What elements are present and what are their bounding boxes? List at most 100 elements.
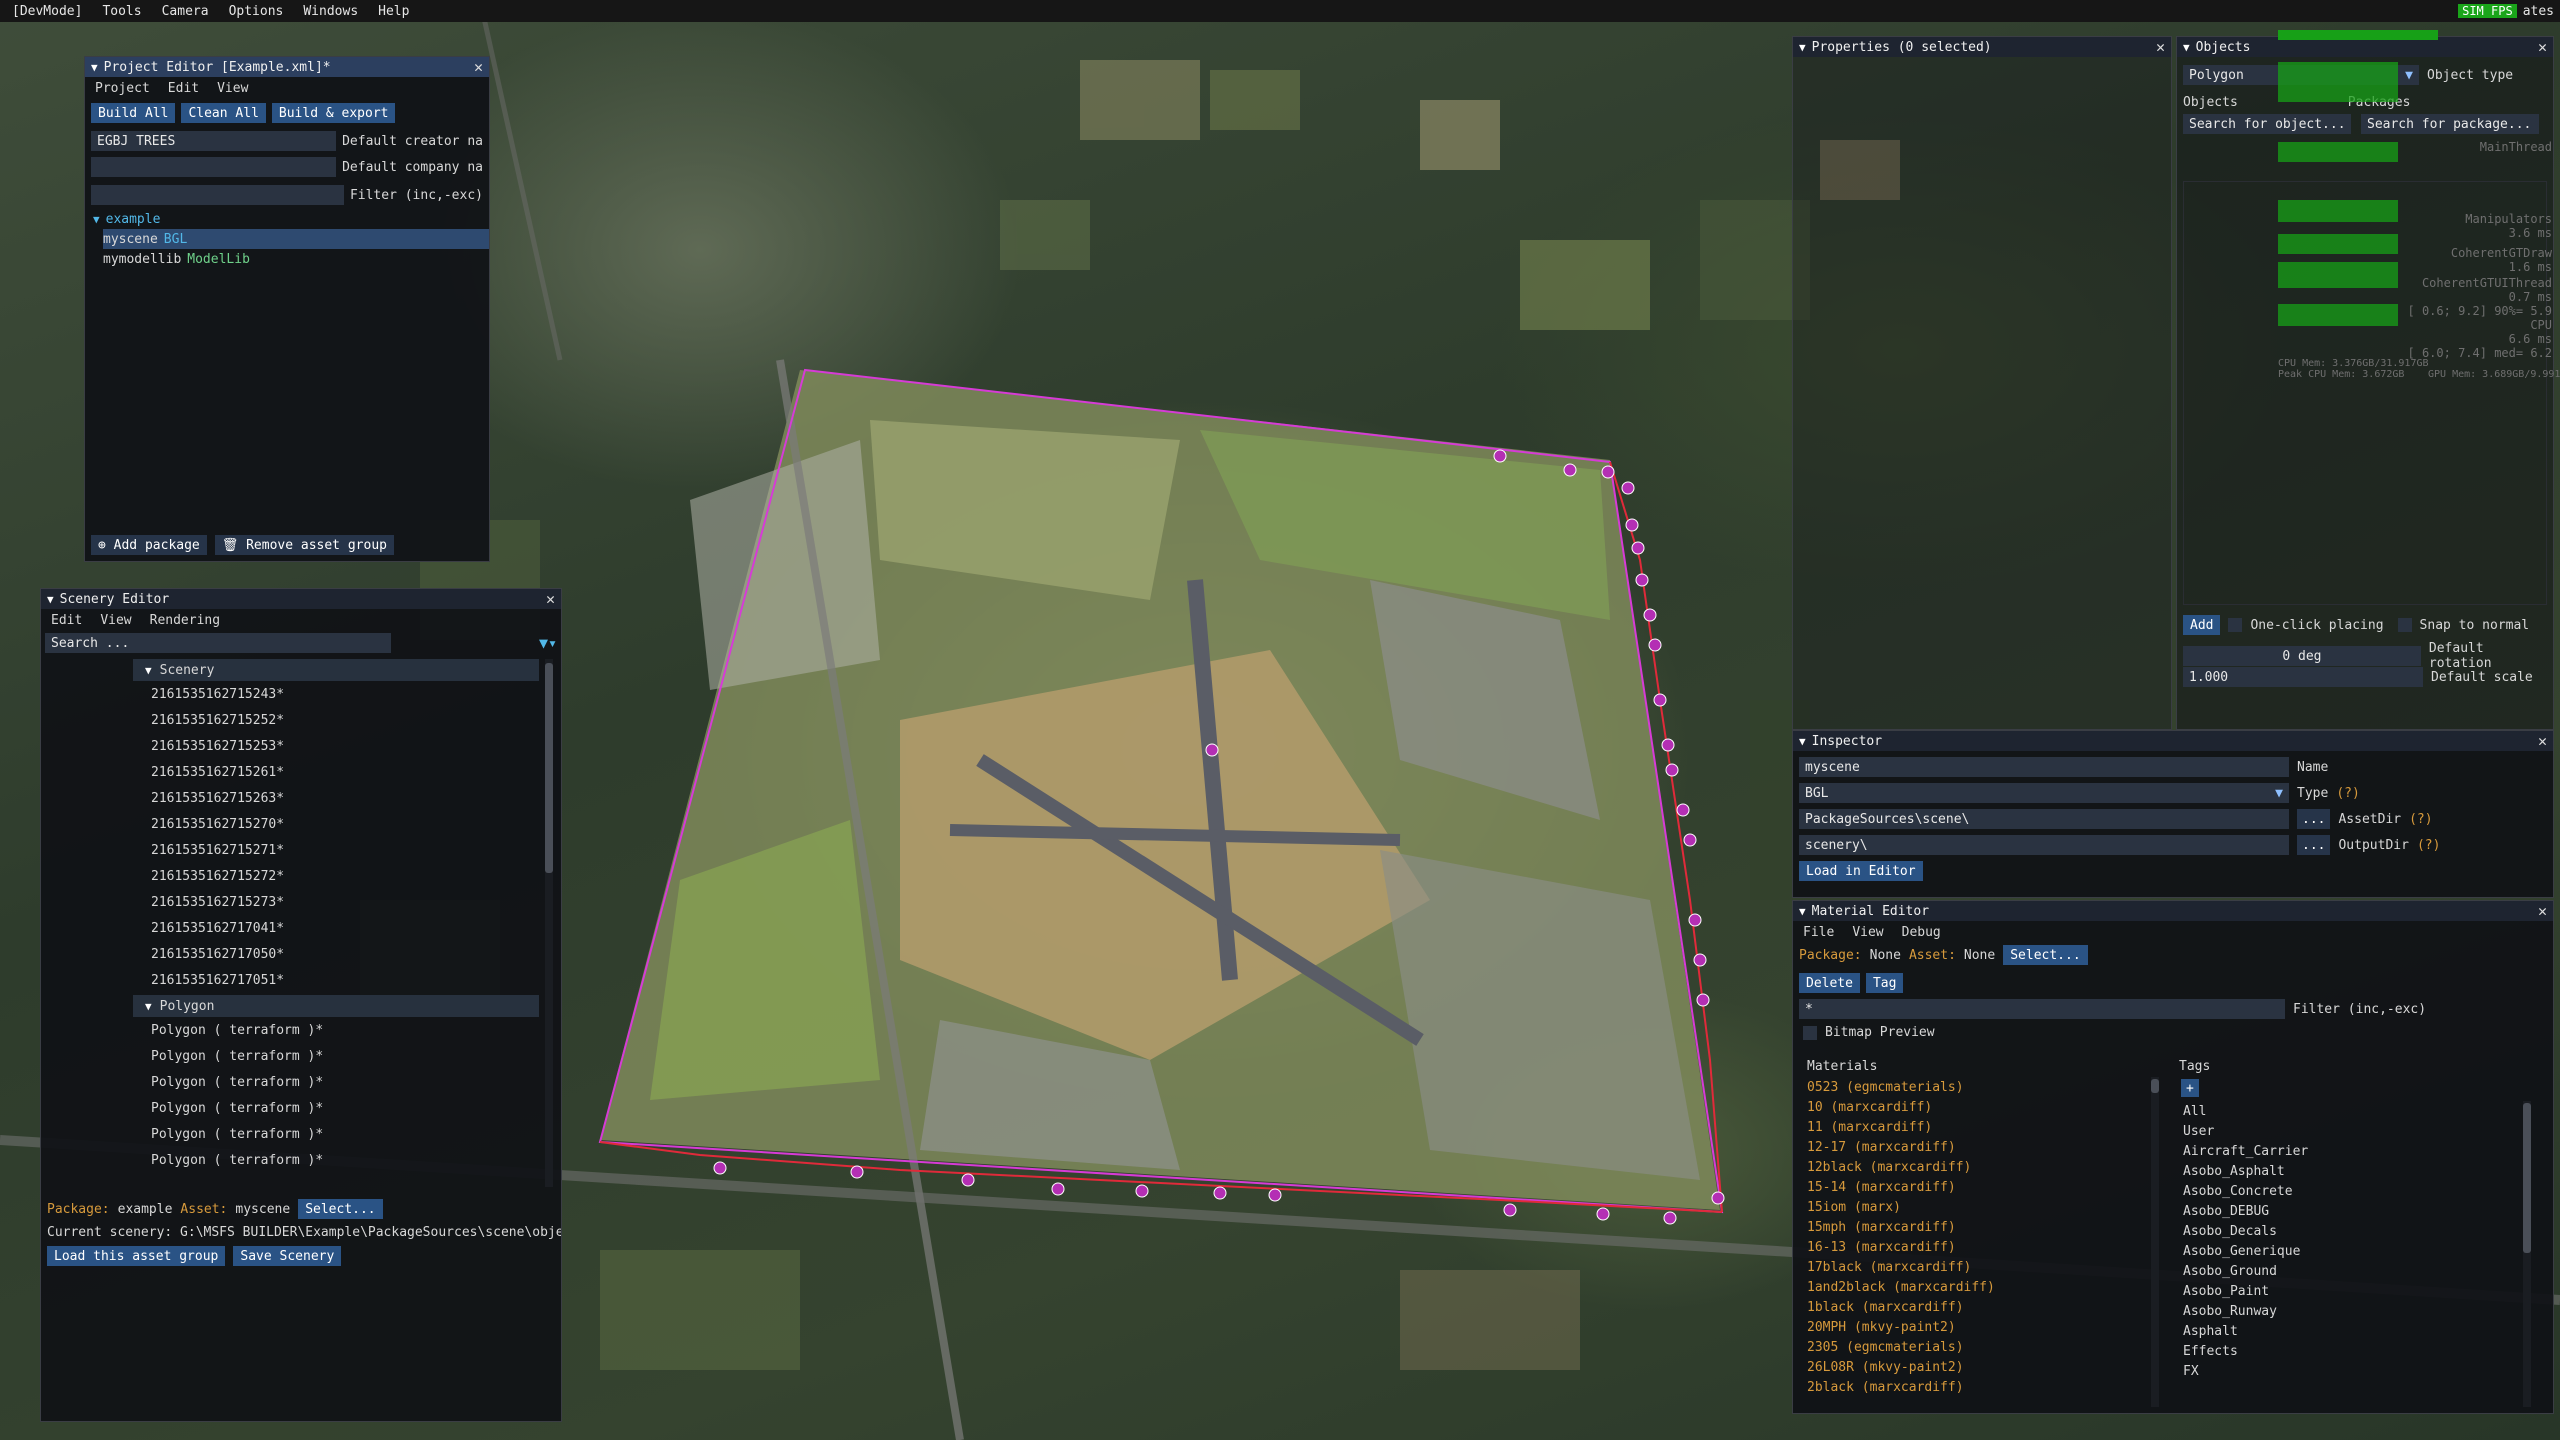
load-in-editor-button[interactable]: Load in Editor [1799,861,1923,881]
build-all-button[interactable]: Build All [91,103,176,123]
tag-item[interactable]: Effects [2179,1341,2515,1361]
filter-input[interactable] [91,185,344,205]
menu-edit[interactable]: Edit [168,81,199,96]
expand-icon[interactable]: ▼ [93,213,100,226]
material-item[interactable]: 15-14 (marxcardiff) [1807,1177,2165,1197]
menu-debug[interactable]: Debug [1902,925,1941,940]
scenery-editor-titlebar[interactable]: ▼ Scenery Editor ✕ [41,589,561,609]
company-input[interactable] [91,157,337,177]
help-icon[interactable]: (?) [2417,838,2440,853]
material-item[interactable]: 17black (marxcardiff) [1807,1257,2165,1277]
list-item[interactable]: 2161535162715252* [41,707,561,733]
list-item[interactable]: Polygon ( terraform )* [41,1017,561,1043]
tag-button[interactable]: Tag [1865,973,1904,993]
material-item[interactable]: 15iom (marx) [1807,1197,2165,1217]
material-item[interactable]: 12black (marxcardiff) [1807,1157,2165,1177]
outputdir-input[interactable]: scenery\ [1799,835,2289,855]
close-icon[interactable]: ✕ [2538,732,2547,750]
tag-item[interactable]: Asobo_DEBUG [2179,1201,2515,1221]
build-export-button[interactable]: Build & export [271,103,396,123]
collapse-icon[interactable]: ▼ [47,593,54,606]
polygon-section-header[interactable]: ▼ Polygon [133,995,539,1017]
add-package-button[interactable]: ⊕ Add package [91,535,207,555]
material-item[interactable]: 15mph (marxcardiff) [1807,1217,2165,1237]
material-editor-titlebar[interactable]: ▼ Material Editor ✕ [1793,901,2553,921]
menu-camera[interactable]: Camera [162,4,209,19]
expand-icon[interactable]: ▼ [145,1000,152,1013]
list-item[interactable]: 2161535162717051* [41,967,561,993]
collapse-icon[interactable]: ▼ [1799,735,1806,748]
menu-rendering[interactable]: Rendering [150,613,220,628]
help-icon[interactable]: (?) [2409,812,2432,827]
tag-item[interactable]: Asphalt [2179,1321,2515,1341]
list-item[interactable]: 2161535162717041* [41,915,561,941]
list-item[interactable]: Polygon ( terraform )* [41,1147,561,1173]
menu-file[interactable]: File [1803,925,1834,940]
scale-input[interactable]: 1.000 [2183,667,2423,687]
material-item[interactable]: 1and2black (marxcardiff) [1807,1277,2165,1297]
one-click-checkbox[interactable] [2228,618,2243,632]
tree-item-mymodellib[interactable]: mymodellib ModelLib [103,249,489,269]
tag-item[interactable]: Asobo_Decals [2179,1221,2515,1241]
menu-view[interactable]: View [1852,925,1883,940]
filter-icon[interactable]: ▼▾ [539,634,557,652]
tree-item-myscene[interactable]: myscene BGL [103,229,489,249]
material-item[interactable]: 10 (marxcardiff) [1807,1097,2165,1117]
outputdir-browse-button[interactable]: ... [2297,835,2331,855]
tag-item[interactable]: User [2179,1121,2515,1141]
tag-item[interactable]: Asobo_Paint [2179,1281,2515,1301]
load-asset-group-button[interactable]: Load this asset group [47,1246,226,1266]
menu-options[interactable]: Options [229,4,284,19]
close-icon[interactable]: ✕ [546,590,555,608]
add-tag-button[interactable]: + [2181,1079,2199,1097]
assetdir-browse-button[interactable]: ... [2297,809,2331,829]
collapse-icon[interactable]: ▼ [1799,905,1806,918]
list-item[interactable]: 2161535162717050* [41,941,561,967]
menu-devmode[interactable]: [DevMode] [12,4,82,19]
tag-item[interactable]: FX [2179,1361,2515,1381]
material-item[interactable]: 26L08R (mkvy-paint2) [1807,1357,2165,1377]
inspector-titlebar[interactable]: ▼ Inspector ✕ [1793,731,2553,751]
bitmap-preview-checkbox[interactable] [1803,1025,1817,1040]
close-icon[interactable]: ✕ [474,58,483,76]
material-item[interactable]: 11 (marxcardiff) [1807,1117,2165,1137]
list-item[interactable]: 2161535162715261* [41,759,561,785]
clean-all-button[interactable]: Clean All [181,103,266,123]
tag-item[interactable]: Asobo_Runway [2179,1301,2515,1321]
help-icon[interactable]: (?) [2336,786,2359,801]
material-item[interactable]: 0523 (egmcmaterials) [1807,1077,2165,1097]
materials-scrollbar[interactable] [2151,1077,2159,1407]
assetdir-input[interactable]: PackageSources\scene\ [1799,809,2289,829]
save-scenery-button[interactable]: Save Scenery [233,1246,342,1266]
material-item[interactable]: 12-17 (marxcardiff) [1807,1137,2165,1157]
rotation-slider[interactable]: 0 deg [2183,646,2421,666]
material-item[interactable]: 2black (marxcardiff) [1807,1377,2165,1397]
properties-titlebar[interactable]: ▼ Properties (0 selected) ✕ [1793,37,2171,57]
list-item[interactable]: Polygon ( terraform )* [41,1043,561,1069]
snap-checkbox[interactable] [2397,618,2412,632]
close-icon[interactable]: ✕ [2538,902,2547,920]
scenery-section-header[interactable]: ▼ Scenery [133,659,539,681]
collapse-icon[interactable]: ▼ [2183,41,2190,54]
list-item[interactable]: 2161535162715273* [41,889,561,915]
tag-item[interactable]: Aircraft_Carrier [2179,1141,2515,1161]
menu-view[interactable]: View [217,81,248,96]
menu-view[interactable]: View [100,613,131,628]
collapse-icon[interactable]: ▼ [1799,41,1806,54]
tags-scrollbar-thumb[interactable] [2523,1103,2531,1253]
list-item[interactable]: Polygon ( terraform )* [41,1121,561,1147]
menu-project[interactable]: Project [95,81,150,96]
tag-item[interactable]: Asobo_Concrete [2179,1181,2515,1201]
scrollbar-thumb[interactable] [545,663,553,873]
menu-windows[interactable]: Windows [303,4,358,19]
remove-asset-group-button[interactable]: 🗑 Remove asset group [214,535,394,555]
material-item[interactable]: 20MPH (mkvy-paint2) [1807,1317,2165,1337]
list-item[interactable]: Polygon ( terraform )* [41,1069,561,1095]
material-item[interactable]: 1black (marxcardiff) [1807,1297,2165,1317]
material-item[interactable]: 16-13 (marxcardiff) [1807,1237,2165,1257]
collapse-icon[interactable]: ▼ [91,61,98,74]
creator-input[interactable]: EGBJ TREES [91,131,337,151]
tag-item[interactable]: Asobo_Generique [2179,1241,2515,1261]
list-item[interactable]: 2161535162715243* [41,681,561,707]
menu-edit[interactable]: Edit [51,613,82,628]
